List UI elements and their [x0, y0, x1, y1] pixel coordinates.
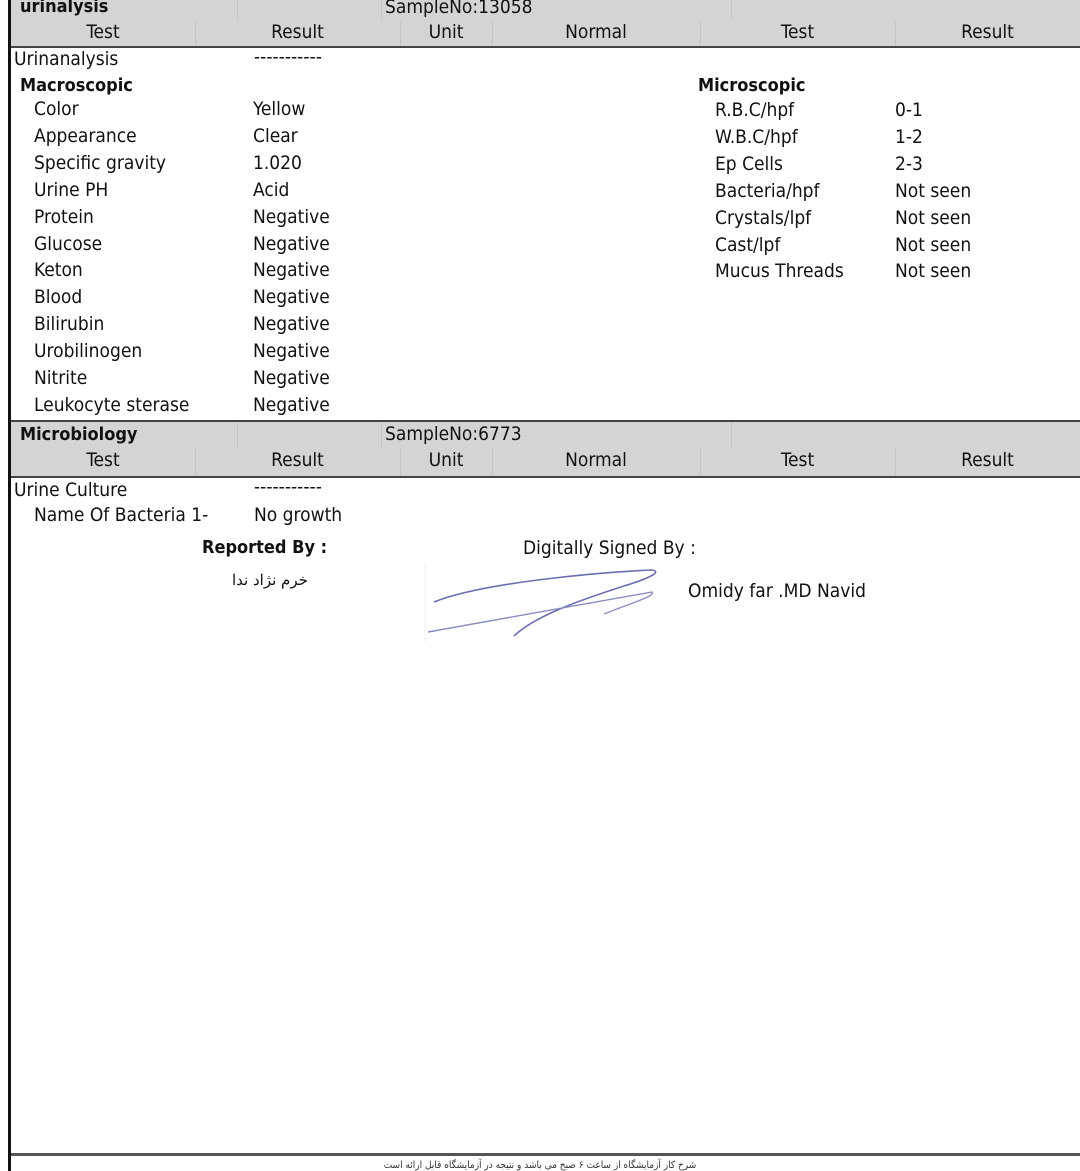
- group-result: -----------: [254, 476, 322, 498]
- column-header-normal: Normal: [565, 449, 627, 471]
- test-result: Negative: [253, 340, 330, 363]
- test-result: 1-2: [895, 125, 923, 148]
- signed-by-name: Omidy far .MD Navid: [688, 580, 866, 602]
- test-name: Urine PH: [34, 178, 109, 201]
- signature-image: [424, 564, 657, 642]
- test-result: Yellow: [253, 98, 306, 120]
- test-name: Urobilinogen: [34, 340, 143, 363]
- sample-number: SampleNo:13058: [385, 0, 533, 18]
- test-name: Cast/lpf: [715, 233, 781, 256]
- section-header-urinalysis: urinalysis SampleNo:13058: [11, 0, 1080, 21]
- reported-by-name: خرم نژاد ندا: [232, 571, 308, 589]
- column-header-test: Test: [780, 449, 815, 471]
- sample-number: SampleNo:6773: [385, 423, 522, 445]
- test-result: 1.020: [253, 151, 302, 174]
- test-name: Glucose: [34, 232, 103, 255]
- column-header-test: Test: [86, 21, 120, 43]
- test-name: Blood: [34, 286, 83, 309]
- test-name: W.B.C/hpf: [715, 125, 798, 148]
- test-result: Negative: [253, 286, 330, 309]
- test-name: Nitrite: [34, 367, 88, 389]
- column-header-test: Test: [86, 449, 120, 471]
- column-header-test: Test: [780, 21, 815, 43]
- test-name: Appearance: [34, 124, 137, 147]
- test-result: Negative: [253, 259, 330, 282]
- column-header-result: Result: [271, 449, 324, 471]
- column-header-result: Result: [961, 21, 1014, 43]
- column-header-result: Result: [271, 21, 324, 43]
- signed-by-label: Digitally Signed By :: [523, 537, 696, 559]
- subgroup-title: Macroscopic: [20, 75, 133, 96]
- test-result: Not seen: [895, 179, 972, 202]
- test-name: Bilirubin: [34, 313, 105, 336]
- test-name: Ep Cells: [715, 152, 783, 175]
- test-name: Bacteria/hpf: [715, 179, 820, 202]
- test-result: 2-3: [895, 152, 923, 175]
- page-left-border: [8, 0, 11, 1171]
- test-result: No growth: [254, 504, 343, 526]
- test-name: Color: [34, 98, 79, 120]
- test-result: Clear: [253, 124, 298, 147]
- group-name: Urinanalysis: [14, 48, 119, 70]
- section-title: Microbiology: [20, 424, 138, 445]
- subgroup-title: Microscopic: [698, 75, 806, 96]
- test-name: Crystals/lpf: [715, 206, 812, 229]
- test-result: 0-1: [895, 99, 923, 121]
- column-header-unit: Unit: [428, 21, 464, 43]
- group-result: -----------: [254, 46, 322, 68]
- test-name: Leukocyte sterase: [34, 393, 190, 416]
- test-name: R.B.C/hpf: [715, 99, 795, 121]
- test-result: Negative: [253, 367, 330, 389]
- test-result: Not seen: [895, 206, 972, 229]
- group-name: Urine Culture: [14, 479, 128, 501]
- column-header-normal: Normal: [565, 21, 627, 43]
- column-header-unit: Unit: [428, 449, 464, 471]
- column-header-row: Test Result Unit Normal Test Result: [11, 20, 1080, 48]
- test-result: Acid: [253, 178, 290, 201]
- section-header-microbiology: Microbiology SampleNo:6773: [11, 420, 1080, 449]
- test-result: Negative: [253, 393, 330, 416]
- section-title: urinalysis: [20, 0, 109, 17]
- footer-note: شرح کار آزمایشگاه از ساعت ۶ صبح می باشد …: [383, 1160, 697, 1171]
- reported-by-label: Reported By :: [202, 537, 328, 558]
- test-name: Name Of Bacteria 1-: [34, 504, 209, 526]
- test-result: Not seen: [895, 260, 972, 283]
- column-header-result: Result: [961, 449, 1014, 471]
- test-result: Not seen: [895, 233, 972, 256]
- test-name: Specific gravity: [34, 151, 166, 174]
- test-result: Negative: [253, 313, 330, 336]
- column-header-row: Test Result Unit Normal Test Result: [11, 448, 1080, 478]
- test-name: Mucus Threads: [715, 260, 844, 283]
- test-name: Keton: [34, 259, 83, 282]
- test-result: Negative: [253, 232, 330, 255]
- test-name: Protein: [34, 205, 94, 228]
- test-result: Negative: [253, 205, 330, 228]
